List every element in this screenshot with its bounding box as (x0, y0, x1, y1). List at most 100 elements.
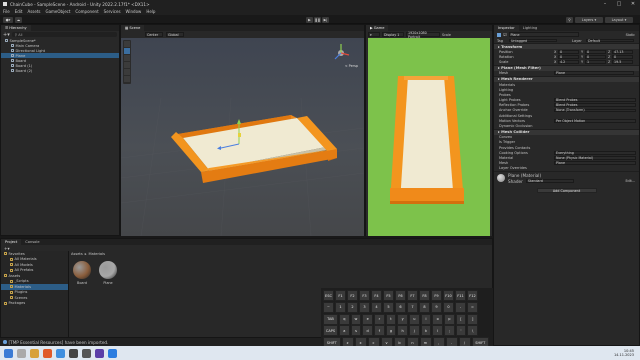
transform-x-input[interactable]: 0 (558, 50, 579, 54)
search-icon[interactable]: ⚲ (566, 16, 573, 23)
tab-console[interactable]: Console (21, 239, 43, 245)
asset-tile[interactable]: Plane (99, 261, 117, 285)
key[interactable]: F5 (383, 290, 394, 301)
pause-button[interactable]: ❚❚ (314, 16, 321, 23)
asset-tile[interactable]: Board (73, 261, 91, 285)
shader-dropdown[interactable]: Standard (525, 178, 574, 183)
key[interactable]: 8 (419, 301, 430, 313)
menu-item-services[interactable]: Services (104, 9, 121, 14)
key[interactable]: e (362, 313, 373, 325)
firefox-icon[interactable] (43, 348, 52, 358)
tag-dropdown[interactable]: Untagged (509, 39, 557, 43)
layer-dropdown[interactable]: Default (586, 39, 634, 43)
key[interactable]: r (374, 313, 385, 325)
key[interactable]: 6 (395, 301, 406, 313)
tab-project[interactable]: Project (1, 239, 22, 245)
hierarchy-item[interactable]: Board (2) (1, 68, 119, 73)
key[interactable]: 1 (335, 301, 346, 313)
breadcrumb-assets[interactable]: Assets (71, 252, 83, 256)
key[interactable]: 5 (383, 301, 394, 313)
hand-tool-icon[interactable] (124, 41, 130, 47)
key[interactable]: F9 (431, 290, 442, 301)
menu-item-file[interactable]: File (3, 9, 10, 14)
resolution-dropdown[interactable]: 1920x1080 Portrait (406, 31, 440, 39)
key[interactable]: F12 (467, 290, 478, 301)
persp-label[interactable]: < Persp (345, 64, 358, 68)
key[interactable]: h (397, 325, 408, 337)
rect-tool-icon[interactable] (124, 69, 130, 75)
maximize-icon[interactable]: □ (612, 0, 626, 8)
display-dropdown[interactable]: Display 1 (382, 32, 404, 37)
key[interactable]: F7 (407, 290, 418, 301)
key[interactable]: w (350, 313, 362, 325)
mesh-field[interactable]: Plane (554, 71, 634, 75)
transform-z-input[interactable]: 19.5 (612, 60, 633, 64)
key[interactable]: i (420, 313, 432, 325)
property-field[interactable]: None (Physic Material) (554, 156, 636, 160)
layers-dropdown[interactable]: Layers ▾ (575, 16, 603, 23)
menu-item-help[interactable]: Help (146, 9, 155, 14)
step-button[interactable]: ▶| (322, 16, 329, 23)
transform-tool-icon[interactable] (124, 76, 130, 82)
key[interactable]: 3 (359, 301, 370, 313)
menu-item-component[interactable]: Component (75, 9, 98, 14)
menu-item-assets[interactable]: Assets (27, 9, 40, 14)
add-icon[interactable]: +▾ (4, 246, 10, 251)
unity-hub-icon[interactable] (69, 348, 78, 358)
property-field[interactable]: Plane (554, 161, 636, 165)
key[interactable]: - (455, 301, 466, 313)
key[interactable]: o (432, 313, 443, 325)
search-taskbar-icon[interactable] (17, 348, 26, 358)
key[interactable]: = (467, 301, 478, 313)
tab-game[interactable]: ▶ Game (366, 25, 389, 31)
hierarchy-search-input[interactable]: ⚲ All (11, 32, 117, 37)
scale-tool-icon[interactable] (124, 62, 130, 68)
key[interactable]: TAB (323, 313, 338, 325)
key[interactable]: u (409, 313, 420, 325)
key[interactable]: F2 (347, 290, 358, 301)
breadcrumb-materials[interactable]: Materials (89, 252, 105, 256)
property-field[interactable]: Blend Probes (554, 98, 636, 102)
key[interactable]: F3 (359, 290, 370, 301)
unity-icon[interactable] (82, 348, 91, 358)
property-field[interactable]: Per Object Motion (554, 119, 636, 123)
explorer-icon[interactable] (30, 348, 39, 358)
key[interactable]: F11 (455, 290, 466, 301)
pivot-dropdown[interactable]: Center (145, 32, 163, 37)
key[interactable]: a (339, 325, 350, 337)
key[interactable]: 0 (443, 301, 454, 313)
key[interactable]: ' (455, 325, 467, 337)
move-tool-icon[interactable] (124, 48, 130, 54)
transform-x-input[interactable]: 4.2 (558, 60, 579, 64)
key[interactable]: 7 (407, 301, 418, 313)
active-checkbox[interactable]: ✓ (503, 33, 507, 37)
rotate-tool-icon[interactable] (124, 55, 130, 61)
key[interactable]: f (374, 325, 385, 337)
minimize-icon[interactable]: – (598, 0, 612, 8)
close-icon[interactable]: ✕ (626, 0, 640, 8)
scene-viewport[interactable]: < Persp (120, 38, 365, 237)
transform-y-input[interactable]: 1 (585, 60, 606, 64)
tab-hierarchy[interactable]: ☰ Hierarchy (1, 25, 31, 31)
key[interactable]: F8 (419, 290, 430, 301)
layout-dropdown[interactable]: Layout ▾ (605, 16, 633, 23)
key[interactable]: F1 (335, 290, 346, 301)
add-component-button[interactable]: Add Component (536, 188, 597, 194)
transform-y-input[interactable]: 0 (585, 50, 606, 54)
property-field[interactable]: Everything (554, 151, 636, 155)
game-viewport[interactable] (366, 38, 492, 236)
key[interactable]: ESC (323, 290, 334, 301)
menu-item-window[interactable]: Window (126, 9, 142, 14)
key[interactable]: p (444, 313, 455, 325)
key[interactable]: F4 (371, 290, 382, 301)
game-mode-dropdown[interactable]: ▾ (368, 32, 380, 37)
cloud-icon[interactable]: ☁ (15, 16, 22, 23)
transform-y-input[interactable]: 0 (585, 55, 606, 59)
key[interactable]: 4 (371, 301, 382, 313)
play-button[interactable]: ▶ (306, 16, 313, 23)
key[interactable]: ~ (323, 301, 334, 313)
visual-studio-icon[interactable] (95, 348, 104, 358)
transform-z-input[interactable]: 47.13 (612, 50, 633, 54)
key[interactable]: y (397, 313, 408, 325)
key[interactable]: d (362, 325, 373, 337)
